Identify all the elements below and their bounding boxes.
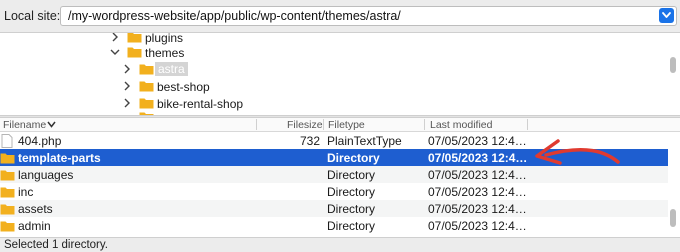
file-row[interactable]: inc Directory 07/05/2023 12:4…	[0, 183, 668, 200]
folder-icon	[0, 221, 15, 232]
directory-tree: plugins themes astra best-shop bike-rent…	[0, 33, 680, 115]
file-type: Directory	[327, 202, 376, 216]
column-divider[interactable]	[323, 119, 324, 130]
folder-icon	[139, 81, 154, 92]
file-modified: 07/05/2023 12:4…	[428, 185, 527, 199]
file-type: Directory	[327, 185, 376, 199]
column-filename[interactable]: Filename	[3, 119, 46, 131]
folder-icon	[0, 187, 15, 198]
folder-icon	[139, 64, 154, 75]
chevron-down-icon[interactable]	[110, 47, 120, 57]
file-row[interactable]: assets Directory 07/05/2023 12:4…	[0, 200, 668, 217]
folder-icon	[0, 170, 15, 181]
chevron-right-icon[interactable]	[110, 33, 120, 42]
local-site-path-text: /my-wordpress-website/app/public/wp-cont…	[68, 9, 401, 23]
folder-icon	[139, 98, 154, 109]
file-icon	[1, 134, 13, 148]
column-divider[interactable]	[256, 119, 257, 130]
file-modified: 07/05/2023 12:4…	[428, 202, 527, 216]
tree-item-label: themes	[145, 46, 185, 60]
local-site-bar: Local site: /my-wordpress-website/app/pu…	[0, 0, 680, 33]
local-site-path-input[interactable]: /my-wordpress-website/app/public/wp-cont…	[60, 6, 677, 26]
chevron-down-icon	[662, 12, 671, 18]
folder-icon	[0, 153, 15, 164]
tree-item-label: bike-rental-shop	[157, 97, 244, 111]
file-name: languages	[18, 168, 74, 182]
column-filetype[interactable]: Filetype	[328, 119, 365, 131]
status-text: Selected 1 directory.	[4, 239, 108, 251]
file-name: inc	[18, 185, 34, 199]
tree-item-label: best-shop	[157, 80, 210, 94]
file-name: 404.php	[18, 134, 62, 148]
file-name: assets	[18, 202, 53, 216]
local-site-label: Local site:	[4, 9, 61, 23]
folder-icon	[127, 47, 142, 58]
file-name: template-parts	[18, 151, 101, 165]
chevron-right-icon[interactable]	[122, 98, 132, 108]
tree-item-label: plugins	[145, 33, 184, 45]
column-last-modified[interactable]: Last modified	[430, 119, 492, 131]
file-type: Directory	[327, 151, 380, 165]
file-type: Directory	[327, 219, 376, 233]
chevron-right-icon[interactable]	[122, 81, 132, 91]
annotation-arrow-icon	[535, 139, 620, 165]
tree-item-label: astra	[155, 62, 188, 76]
column-filesize[interactable]: Filesize	[287, 119, 323, 131]
folder-icon	[127, 33, 142, 43]
tree-scrollbar[interactable]	[670, 57, 676, 73]
chevron-right-icon[interactable]	[122, 64, 132, 74]
file-modified: 07/05/2023 12:4…	[428, 151, 528, 165]
folder-icon	[0, 204, 15, 215]
column-divider[interactable]	[424, 119, 425, 130]
file-modified: 07/05/2023 12:4…	[428, 168, 527, 182]
file-type: PlainTextType	[327, 134, 402, 148]
file-name: admin	[18, 219, 51, 233]
path-dropdown-button[interactable]	[659, 8, 674, 23]
file-type: Directory	[327, 168, 376, 182]
file-list-scrollbar[interactable]	[670, 209, 676, 227]
status-bar: Selected 1 directory.	[0, 237, 680, 252]
sort-descending-icon[interactable]	[47, 121, 56, 128]
file-size: 732	[299, 134, 320, 148]
file-modified: 07/05/2023 12:4…	[428, 134, 527, 148]
file-modified: 07/05/2023 12:4…	[428, 219, 527, 233]
file-row[interactable]: admin Directory 07/05/2023 12:4…	[0, 217, 668, 234]
